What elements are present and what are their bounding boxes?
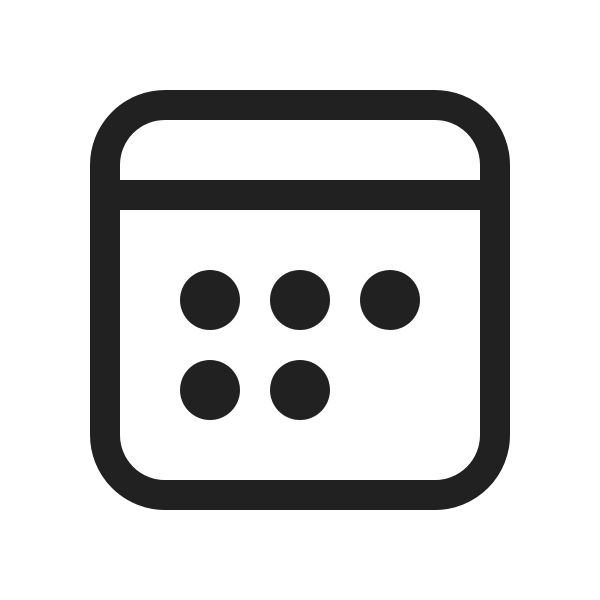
day-dot <box>270 360 330 420</box>
calendar-icon <box>90 90 510 510</box>
day-dot <box>180 360 240 420</box>
calendar-day-dots <box>180 270 420 420</box>
day-dot <box>270 270 330 330</box>
day-dot <box>360 270 420 330</box>
day-dot <box>180 270 240 330</box>
icon-canvas <box>0 0 600 600</box>
